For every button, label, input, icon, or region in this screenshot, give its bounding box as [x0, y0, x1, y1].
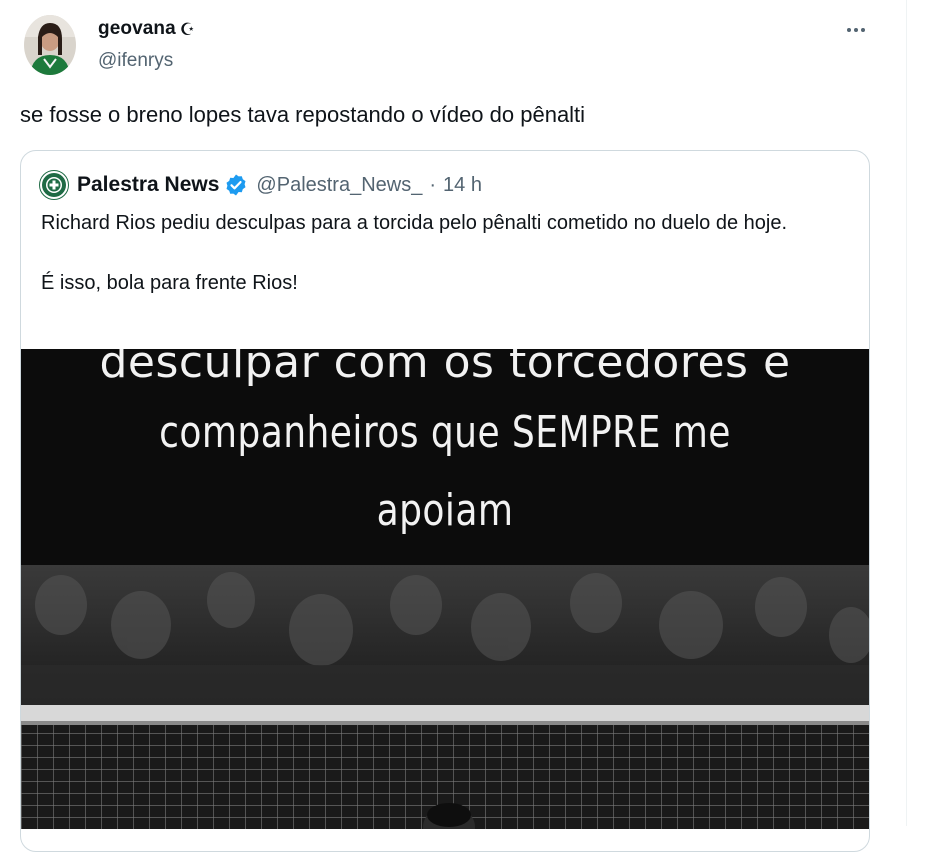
separator-dot: ·	[429, 173, 437, 196]
quoted-tweet-text: Richard Rios pediu desculpas para a torc…	[41, 208, 856, 298]
stadium-photo	[21, 565, 869, 829]
quoted-author-handle[interactable]: @Palestra_News_	[256, 174, 422, 197]
more-dots-icon	[847, 28, 851, 32]
quoted-tweet-time[interactable]: 14 h	[443, 174, 482, 197]
crescent-icon: ☪	[179, 19, 196, 39]
quoted-tweet-card[interactable]: Palestra News @Palestra_News_ · 14 h Ric…	[20, 150, 870, 852]
column-divider	[906, 0, 907, 826]
quoted-tweet-image[interactable]: desculpar com os torcedores e companheir…	[21, 349, 869, 829]
more-dots-icon	[861, 28, 865, 32]
more-options-button[interactable]	[838, 16, 874, 44]
palestra-logo-icon[interactable]	[39, 170, 69, 200]
more-dots-icon	[854, 28, 858, 32]
author-avatar[interactable]	[24, 15, 76, 75]
quoted-paragraph-2: É isso, bola para frente Rios!	[41, 272, 298, 294]
author-name[interactable]: geovana	[98, 18, 176, 40]
author-name-row: geovana ☪	[98, 18, 195, 40]
image-caption-line-2: companheiros que SEMPRE me	[159, 407, 731, 458]
quoted-author-name[interactable]: Palestra News	[77, 173, 219, 197]
verified-badge-icon	[224, 173, 248, 197]
quoted-paragraph-1: Richard Rios pediu desculpas para a torc…	[41, 212, 788, 234]
quoted-tweet-header: Palestra News @Palestra_News_ · 14 h	[39, 170, 482, 200]
image-caption-line-3: apoiam	[376, 485, 514, 536]
image-caption-line-1: desculpar com os torcedores e	[99, 349, 791, 388]
author-handle[interactable]: @ifenrys	[98, 50, 173, 72]
tweet-text: se fosse o breno lopes tava repostando o…	[20, 102, 586, 127]
